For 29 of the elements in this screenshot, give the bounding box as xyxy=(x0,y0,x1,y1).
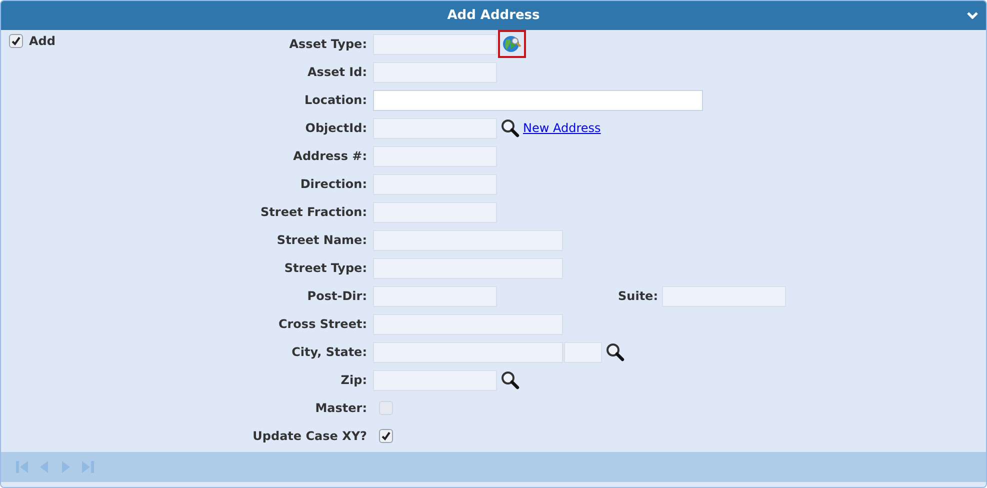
panel-title: Add Address xyxy=(447,8,540,23)
checkbox[interactable] xyxy=(379,429,393,443)
field-label: Street Name: xyxy=(276,233,368,247)
field-label: Zip: xyxy=(340,373,368,387)
globe-icon xyxy=(502,34,522,54)
field-label: ObjectId: xyxy=(304,121,368,135)
locate-button[interactable] xyxy=(498,30,526,58)
field-label: Street Fraction: xyxy=(260,205,368,219)
field-label: Asset Type: xyxy=(288,37,368,51)
field-label: Asset Id: xyxy=(306,65,368,79)
search-icon xyxy=(605,342,625,362)
field-label: Street Type: xyxy=(283,261,368,275)
last-page-button[interactable] xyxy=(81,459,95,475)
field-label: Location: xyxy=(303,93,368,107)
add-label: Add xyxy=(29,34,56,48)
field-label: Direction: xyxy=(299,177,368,191)
field-label: Post-Dir: xyxy=(306,289,368,303)
field-label: Cross Street: xyxy=(277,317,368,331)
field-label: Suite: xyxy=(617,289,659,303)
field-label: Master: xyxy=(314,401,368,415)
new-address-link[interactable]: New Address xyxy=(523,121,601,135)
field-label: Update Case XY? xyxy=(252,429,368,443)
input-field[interactable] xyxy=(373,90,703,110)
add-checkbox[interactable] xyxy=(9,34,23,48)
search-icon xyxy=(500,118,520,138)
search-icon xyxy=(500,370,520,390)
field-label: City, State: xyxy=(290,345,368,359)
field-label: Address #: xyxy=(292,149,368,163)
collapse-icon[interactable] xyxy=(967,11,978,19)
